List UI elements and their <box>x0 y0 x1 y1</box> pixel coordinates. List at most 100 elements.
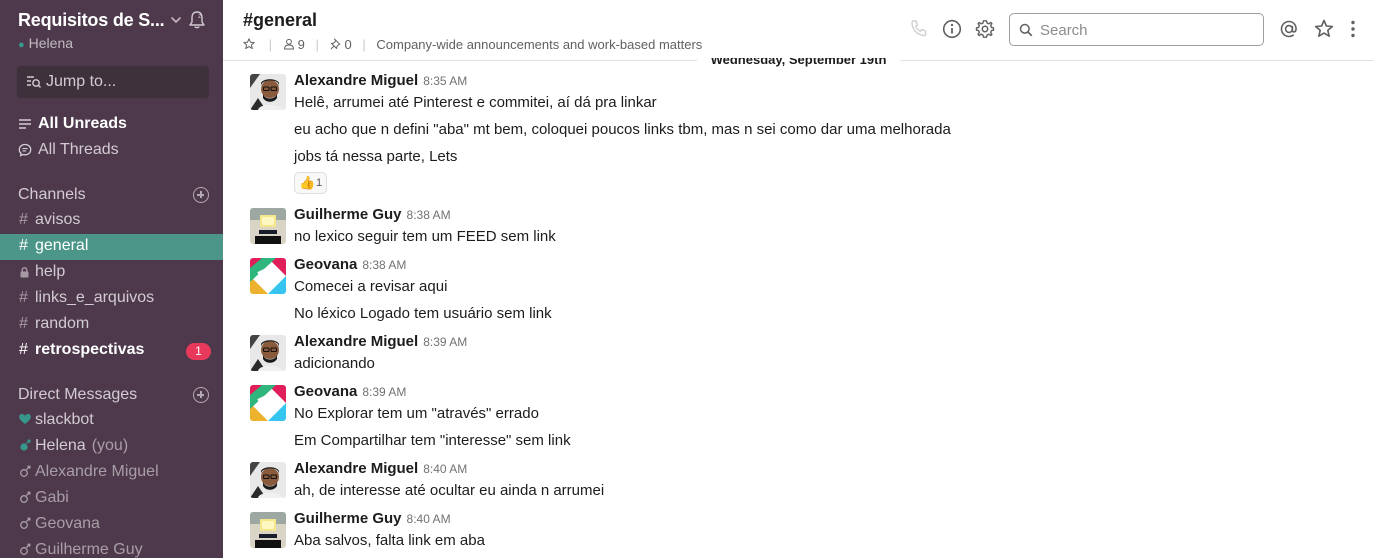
starred-items-icon[interactable] <box>1313 18 1335 40</box>
nav-all-threads[interactable]: All Threads <box>0 138 223 164</box>
mentions-at-icon[interactable] <box>1278 18 1300 40</box>
message-author[interactable]: Geovana <box>294 256 357 273</box>
message-header: Guilherme Guy 8:38 AM <box>294 206 451 224</box>
channel-topic[interactable]: Company-wide announcements and work-base… <box>376 37 702 52</box>
message-text: Em Compartilhar tem "interesse" sem link <box>294 432 571 449</box>
notifications-bell-icon[interactable]: z <box>188 10 206 30</box>
avatar[interactable] <box>250 385 286 421</box>
avatar[interactable] <box>250 462 286 498</box>
message-text: Comecei a revisar aqui <box>294 278 448 295</box>
channel-item-random[interactable]: # random <box>0 312 223 338</box>
message-text: no lexico seguir tem um FEED sem link <box>294 228 556 245</box>
avatar[interactable] <box>250 74 286 110</box>
channel-item-help[interactable]: help <box>0 260 223 286</box>
channel-header: #general | 9 | 0 | Company-wide announce… <box>223 0 1374 58</box>
search-input[interactable] <box>1040 20 1255 40</box>
info-icon[interactable] <box>941 18 963 40</box>
channel-item-retrospectivas[interactable]: # retrospectivas 1 <box>0 338 223 364</box>
message-author[interactable]: Alexandre Miguel <box>294 72 418 89</box>
search-field[interactable] <box>1009 13 1264 46</box>
presence-away-icon <box>20 491 31 503</box>
dm-name: Helena <box>35 437 86 454</box>
more-options-icon[interactable] <box>1342 18 1364 40</box>
message-author[interactable]: Guilherme Guy <box>294 206 402 223</box>
dm-item-helena[interactable]: Helena (you) <box>0 434 223 460</box>
meta-divider: | <box>362 37 366 53</box>
avatar[interactable] <box>250 335 286 371</box>
message-timestamp[interactable]: 8:35 AM <box>423 74 467 88</box>
meta-divider: | <box>315 37 319 53</box>
channel-hash-icon: # <box>19 289 28 306</box>
meta-divider: | <box>268 37 273 53</box>
message-timestamp[interactable]: 8:38 AM <box>407 208 451 222</box>
pinned-count-value: 0 <box>344 37 352 53</box>
chevron-down-icon[interactable] <box>170 14 182 26</box>
message-header: Alexandre Miguel 8:39 AM <box>294 333 467 351</box>
channel-label: general <box>35 237 89 254</box>
message-text: ah, de interesse até ocultar eu ainda n … <box>294 482 605 499</box>
dm-label: Gabi <box>35 489 69 506</box>
channel-hash-icon: # <box>19 315 28 332</box>
settings-gear-icon[interactable] <box>974 18 996 40</box>
avatar[interactable] <box>250 258 286 294</box>
nav-all-threads-label: All Threads <box>38 141 119 158</box>
message-header: Geovana 8:38 AM <box>294 256 406 274</box>
dm-label: Geovana <box>35 515 100 532</box>
add-channel-icon[interactable] <box>193 187 209 203</box>
channel-item-general[interactable]: # general <box>0 234 223 260</box>
thumbs-up-icon: 👍 <box>299 175 316 190</box>
message-author[interactable]: Alexandre Miguel <box>294 333 418 350</box>
message-timestamp[interactable]: 8:40 AM <box>407 512 451 526</box>
channel-title[interactable]: #general <box>243 10 317 31</box>
channels-section-title[interactable]: Channels <box>18 186 86 204</box>
reaction-thumbs-up[interactable]: 👍 1 <box>294 172 327 194</box>
channel-hash-icon: # <box>19 211 28 228</box>
channel-hash-icon: # <box>19 341 28 358</box>
dm-item-slackbot[interactable]: slackbot <box>0 408 223 434</box>
add-dm-icon[interactable] <box>193 387 209 403</box>
channel-item-avisos[interactable]: # avisos <box>0 208 223 234</box>
presence-active-icon: ● <box>18 39 25 51</box>
channel-meta: | 9 | 0 | Company-wide announcements and… <box>243 36 702 52</box>
message-timestamp[interactable]: 8:39 AM <box>362 385 406 399</box>
message-timestamp[interactable]: 8:39 AM <box>423 335 467 349</box>
message-text: Aba salvos, falta link em aba <box>294 532 485 549</box>
message-author[interactable]: Guilherme Guy <box>294 510 402 527</box>
message-text: No Explorar tem um "através" errado <box>294 405 539 422</box>
avatar[interactable] <box>250 208 286 244</box>
dm-section-title[interactable]: Direct Messages <box>18 386 137 404</box>
message-text: eu acho que n defini "aba" mt bem, coloq… <box>294 121 951 138</box>
channel-item-links-e-arquivos[interactable]: # links_e_arquivos <box>0 286 223 312</box>
date-divider[interactable]: Wednesday, September 19th <box>697 58 900 70</box>
dm-label: Alexandre Miguel <box>35 463 159 480</box>
dm-label: Helena (you) <box>35 437 128 455</box>
dm-item-alexandre-miguel[interactable]: Alexandre Miguel <box>0 460 223 486</box>
pin-icon <box>330 38 340 50</box>
current-user-name: Helena <box>28 35 74 51</box>
dm-item-guilherme-guy[interactable]: Guilherme Guy <box>0 538 223 558</box>
message-timestamp[interactable]: 8:38 AM <box>362 258 406 272</box>
phone-call-icon[interactable] <box>908 18 930 40</box>
avatar[interactable] <box>250 512 286 548</box>
dm-item-geovana[interactable]: Geovana <box>0 512 223 538</box>
jump-to-button[interactable]: Jump to... <box>17 66 209 98</box>
members-count[interactable]: 9 <box>283 37 305 52</box>
message-author[interactable]: Geovana <box>294 383 357 400</box>
nav-all-unreads-label: All Unreads <box>38 115 127 132</box>
workspace-name[interactable]: Requisitos de S... <box>18 10 165 31</box>
presence-active-icon <box>20 439 31 451</box>
lock-icon <box>20 267 29 278</box>
channel-label: avisos <box>35 211 81 228</box>
reaction-count: 1 <box>316 177 323 189</box>
message-author[interactable]: Alexandre Miguel <box>294 460 418 477</box>
message-timestamp[interactable]: 8:40 AM <box>423 462 467 476</box>
channel-label: help <box>35 263 66 280</box>
current-user: ● Helena <box>18 35 73 51</box>
pinned-count[interactable]: 0 <box>330 37 352 52</box>
star-channel-icon[interactable] <box>243 37 258 52</box>
message-list[interactable]: Wednesday, September 19th Alexandre Migu… <box>223 58 1374 558</box>
dm-item-gabi[interactable]: Gabi <box>0 486 223 512</box>
message-text: No léxico Logado tem usuário sem link <box>294 305 552 322</box>
workspace-header[interactable]: Requisitos de S... z ● Helena <box>18 10 213 54</box>
nav-all-unreads[interactable]: All Unreads <box>0 112 223 138</box>
